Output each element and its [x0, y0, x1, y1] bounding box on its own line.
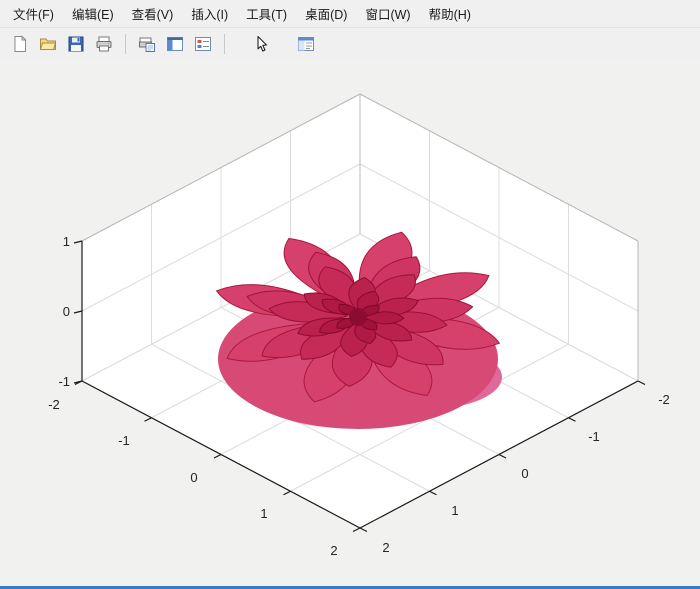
z-tick-label: 0 [63, 304, 70, 319]
x-tick-label: 1 [260, 506, 267, 521]
plot-3d-axes[interactable]: 1 0 -1 -2 -1 0 1 2 2 1 0 -1 -2 [0, 59, 700, 586]
open-file-icon [39, 35, 57, 53]
x-tick-label: -1 [118, 433, 130, 448]
x-tick-label: 0 [190, 470, 197, 485]
menu-desktop[interactable]: 桌面(D) [296, 0, 356, 28]
figure-toolbar [0, 28, 700, 60]
print-figure-button[interactable] [91, 31, 117, 57]
menu-bar: 文件(F) 编辑(E) 查看(V) 插入(I) 工具(T) 桌面(D) 窗口(W… [0, 0, 700, 28]
property-editor-icon [297, 35, 315, 53]
z-tick-label: -1 [58, 374, 70, 389]
x-tick-label: 2 [330, 543, 337, 558]
open-file-button[interactable] [35, 31, 61, 57]
y-tick-label: -1 [588, 429, 600, 444]
new-figure-icon [11, 35, 29, 53]
y-tick-label: 0 [521, 466, 528, 481]
z-tick-label: 1 [63, 234, 70, 249]
menu-insert[interactable]: 插入(I) [182, 0, 237, 28]
figure-canvas[interactable]: 1 0 -1 -2 -1 0 1 2 2 1 0 -1 -2 [0, 59, 700, 586]
property-editor-button[interactable] [293, 31, 319, 57]
menu-help[interactable]: 帮助(H) [420, 0, 480, 28]
menu-tools[interactable]: 工具(T) [237, 0, 296, 28]
print-figure-icon [95, 35, 113, 53]
save-figure-button[interactable] [63, 31, 89, 57]
plot-browser-button[interactable] [190, 31, 216, 57]
edit-plot-icon [253, 35, 271, 53]
x-tick-label: -2 [48, 397, 60, 412]
menu-view[interactable]: 查看(V) [123, 0, 183, 28]
y-tick-label: 2 [382, 540, 389, 555]
print-preview-icon [138, 35, 156, 53]
menu-edit[interactable]: 编辑(E) [63, 0, 123, 28]
new-figure-button[interactable] [7, 31, 33, 57]
toolbar-separator [125, 34, 126, 54]
edit-plot-button[interactable] [249, 31, 275, 57]
print-preview-button[interactable] [134, 31, 160, 57]
toolbar-separator [224, 34, 225, 54]
save-figure-icon [67, 35, 85, 53]
figure-palette-icon [166, 35, 184, 53]
plot-browser-icon [194, 35, 212, 53]
y-tick-label: 1 [451, 503, 458, 518]
y-tick-label: -2 [658, 392, 670, 407]
menu-window[interactable]: 窗口(W) [356, 0, 419, 28]
menu-file[interactable]: 文件(F) [4, 0, 63, 28]
figure-palette-button[interactable] [162, 31, 188, 57]
